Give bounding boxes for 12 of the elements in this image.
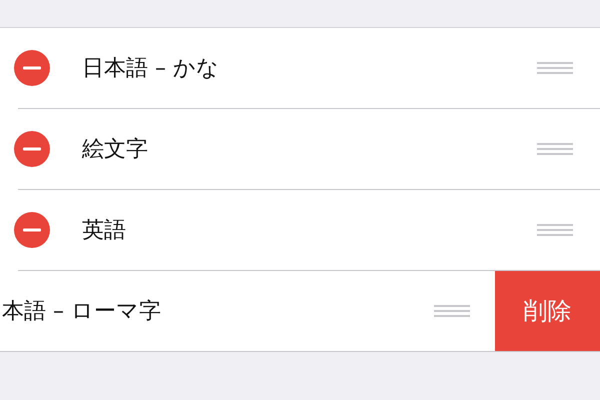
keyboard-name: 絵文字 xyxy=(82,136,149,164)
keyboard-name: 英語 xyxy=(82,217,127,245)
reorder-icon[interactable] xyxy=(434,305,470,317)
keyboard-name: 本語 – ローマ字 xyxy=(1,298,162,326)
remove-icon[interactable] xyxy=(14,212,50,248)
keyboard-name: 日本語 – かな xyxy=(82,55,220,83)
remove-icon[interactable] xyxy=(14,50,50,86)
remove-icon[interactable] xyxy=(14,131,50,167)
delete-button[interactable]: 削除 xyxy=(495,271,600,351)
reorder-icon[interactable] xyxy=(537,224,573,236)
reorder-icon[interactable] xyxy=(537,143,573,155)
reorder-icon[interactable] xyxy=(537,62,573,74)
